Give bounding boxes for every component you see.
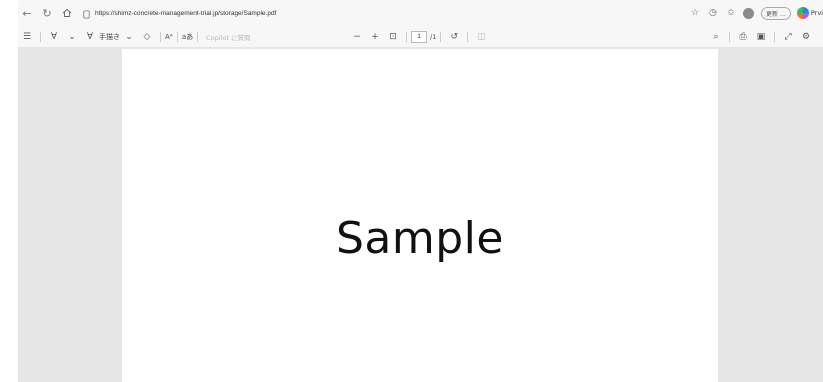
rotate-icon[interactable]: ↺ xyxy=(447,29,461,45)
copilot-logo-icon[interactable] xyxy=(796,7,809,19)
divider xyxy=(406,32,407,42)
read-aloud-button[interactable]: Aᴬ xyxy=(165,33,173,41)
chevron-down-icon[interactable]: ⌄ xyxy=(65,29,79,45)
extension-icon[interactable]: ◷ xyxy=(705,5,721,21)
divider xyxy=(729,32,730,42)
profile-name: Prvi xyxy=(810,9,823,17)
divider xyxy=(197,31,199,42)
divider xyxy=(440,32,442,42)
eraser-icon[interactable]: ◇ xyxy=(140,29,154,45)
search-icon[interactable]: ⌕ xyxy=(709,29,723,45)
highlight-icon[interactable]: ∀ xyxy=(47,29,61,45)
divider xyxy=(40,31,41,42)
page-view-icon[interactable]: ◫ xyxy=(474,29,488,45)
avatar-icon xyxy=(743,7,755,19)
draw-icon[interactable]: ∀ xyxy=(83,29,97,45)
back-icon[interactable]: ← xyxy=(18,4,36,22)
save-icon[interactable]: ▣ xyxy=(754,29,768,45)
settings-gear-icon[interactable]: ⚙ xyxy=(799,29,813,45)
draw-label[interactable]: 手描き xyxy=(99,32,120,42)
browser-actions: ☆ ◷ ✩ 更新 … Prvi xyxy=(685,0,823,26)
toolbar-right-actions: ⌕ ⎙ ▣ ⤢ ⚙ xyxy=(707,29,815,45)
favorites-icon[interactable]: ✩ xyxy=(723,5,739,21)
address-bar-row: ← ↻ https://shimz-concrete-management-tr… xyxy=(18,0,823,26)
divider xyxy=(774,32,775,42)
divider xyxy=(467,32,469,42)
pdf-toolbar: ☰ ∀ ⌄ ∀ 手描き ⌄ ◇ Aᴬ aあ Copilot に質問 − + ⊡ … xyxy=(18,26,823,48)
contents-list-icon[interactable]: ☰ xyxy=(20,29,34,45)
page-icon xyxy=(82,4,91,23)
zoom-page-controls: − + ⊡ 1 /1 ↺ ◫ xyxy=(348,29,490,45)
zoom-in-icon[interactable]: + xyxy=(368,29,382,45)
favorite-star-icon[interactable]: ☆ xyxy=(687,5,703,21)
text-button[interactable]: aあ xyxy=(182,32,193,42)
print-icon[interactable]: ⎙ xyxy=(736,29,750,45)
page-number-input[interactable]: 1 xyxy=(411,31,427,43)
refresh-icon[interactable]: ↻ xyxy=(38,4,56,22)
update-button[interactable]: 更新 … xyxy=(760,6,791,20)
url-text: https://shimz-concrete-management-trial.… xyxy=(95,9,277,17)
pdf-viewer[interactable]: Sample xyxy=(18,48,823,382)
document-text: Sample xyxy=(336,213,504,264)
divider xyxy=(176,31,178,42)
chevron-down-icon[interactable]: ⌄ xyxy=(122,29,136,45)
ask-copilot-button[interactable]: Copilot に質問 xyxy=(206,32,250,42)
home-icon[interactable] xyxy=(58,4,76,22)
pdf-page: Sample xyxy=(122,49,718,382)
page-total: /1 xyxy=(430,33,437,41)
zoom-out-icon[interactable]: − xyxy=(350,29,364,45)
divider xyxy=(160,31,161,42)
fit-page-icon[interactable]: ⊡ xyxy=(386,29,400,45)
fullscreen-icon[interactable]: ⤢ xyxy=(781,29,795,45)
profile-avatar[interactable] xyxy=(741,5,757,21)
url-field[interactable]: https://shimz-concrete-management-trial.… xyxy=(82,5,276,21)
